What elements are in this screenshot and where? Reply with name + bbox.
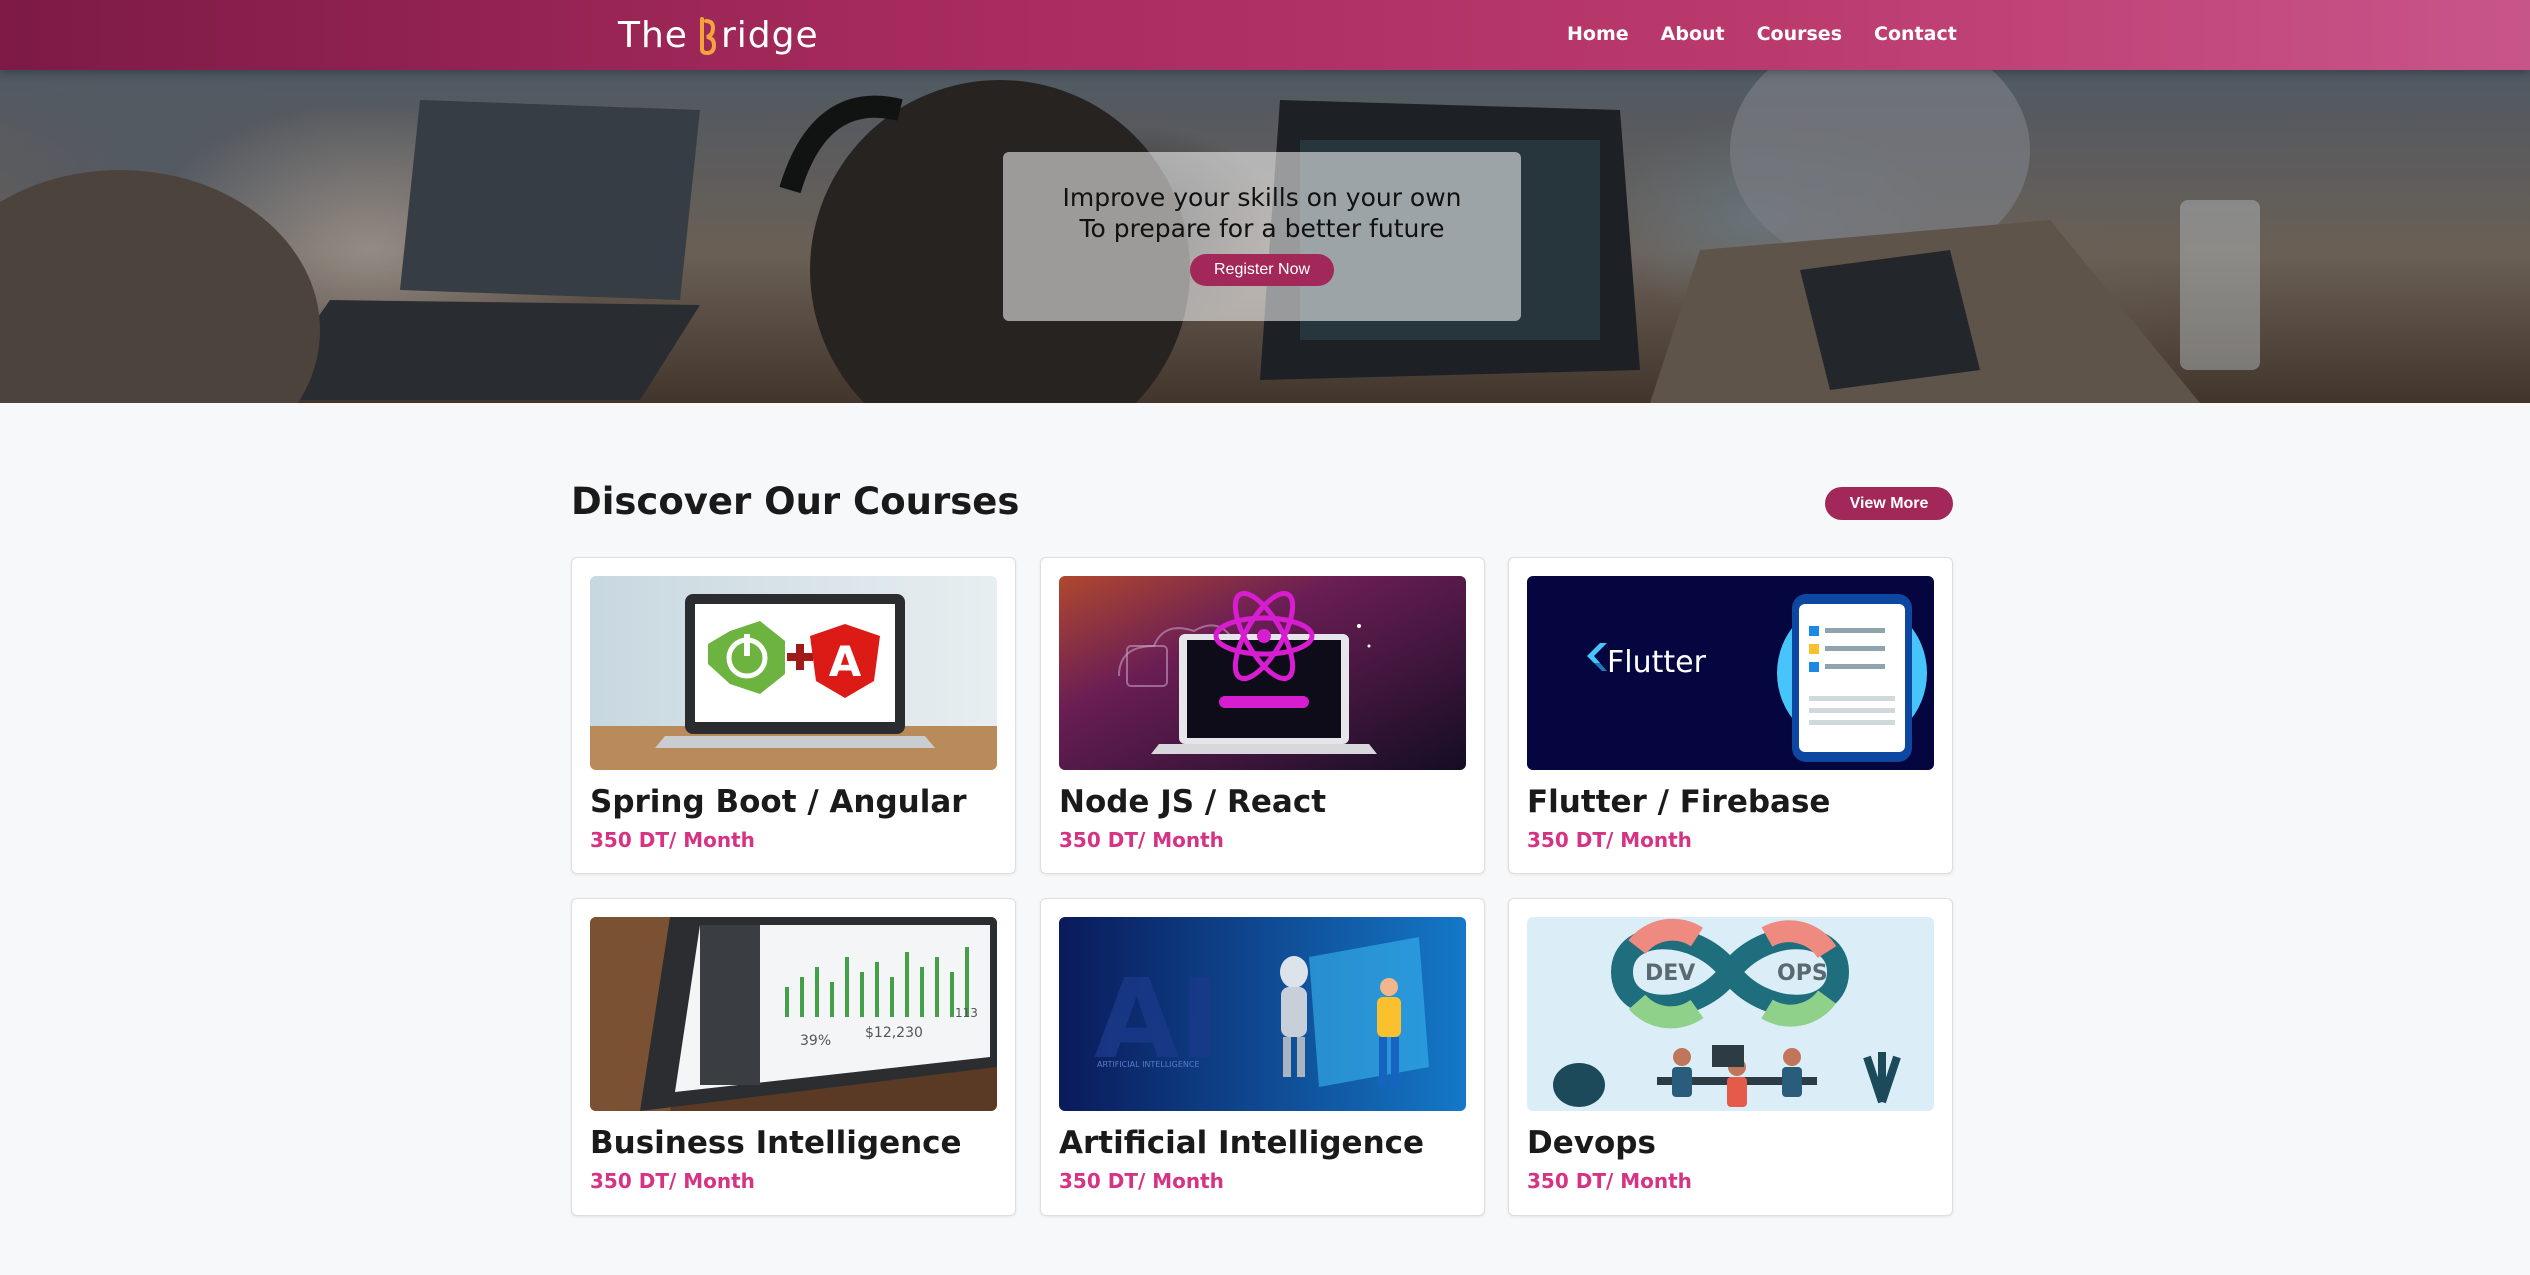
- course-price: 350 DT/ Month: [590, 828, 755, 852]
- svg-text:A: A: [829, 637, 862, 686]
- brand-suffix: ridge: [720, 14, 819, 56]
- ai-sub-text: ARTIFICIAL INTELLIGENCE: [1097, 1060, 1200, 1069]
- nav-link-contact[interactable]: Contact: [1858, 20, 1973, 50]
- course-price: 350 DT/ Month: [1527, 1169, 1692, 1193]
- business-intelligence-image: 39% $12,230 113: [590, 917, 997, 1111]
- course-title: Flutter / Firebase: [1527, 784, 1831, 820]
- bi-count-text: 113: [955, 1006, 978, 1020]
- nav-link-courses[interactable]: Courses: [1741, 20, 1858, 50]
- artificial-intelligence-image: AI ARTIFICIAL INTELLIGENCE: [1059, 917, 1466, 1111]
- course-thumbnail: 39% $12,230 113: [590, 917, 997, 1111]
- course-title: Devops: [1527, 1125, 1656, 1161]
- nav-menu: Home About Courses Contact: [1551, 20, 1973, 50]
- course-thumbnail: [1059, 576, 1466, 770]
- view-more-button[interactable]: View More: [1825, 487, 1953, 520]
- course-price: 350 DT/ Month: [1059, 1169, 1224, 1193]
- bi-percent-text: 39%: [800, 1033, 831, 1049]
- navbar: The ridge Home About Courses Contact: [0, 0, 2530, 70]
- course-card-spring-angular[interactable]: A Spring Boot / Angular 350 DT/ Month: [571, 557, 1016, 874]
- nav-link-home[interactable]: Home: [1551, 20, 1645, 50]
- hero-banner: Improve your skills on your own To prepa…: [0, 70, 2530, 403]
- course-price: 350 DT/ Month: [590, 1169, 755, 1193]
- course-thumbnail: Flutter: [1527, 576, 1934, 770]
- course-card-artificial-intelligence[interactable]: AI ARTIFICIAL INTELLIGENCE Artificial In…: [1040, 898, 1485, 1216]
- hero-line-2: To prepare for a better future: [1079, 214, 1445, 243]
- register-now-button[interactable]: Register Now: [1189, 254, 1335, 286]
- section-title: Discover Our Courses: [571, 480, 1020, 523]
- course-thumbnail: DEV OPS: [1527, 917, 1934, 1111]
- course-title: Node JS / React: [1059, 784, 1327, 820]
- course-card-business-intelligence[interactable]: 39% $12,230 113 Business Intelligence 35…: [571, 898, 1016, 1216]
- course-thumbnail: A: [590, 576, 997, 770]
- course-price: 350 DT/ Month: [1527, 828, 1692, 852]
- devops-dev-text: DEV: [1645, 961, 1695, 986]
- nav-link-about[interactable]: About: [1645, 20, 1741, 50]
- brand-logo[interactable]: The ridge: [618, 10, 819, 60]
- devops-image: DEV OPS: [1527, 917, 1934, 1111]
- course-title: Artificial Intelligence: [1059, 1125, 1425, 1161]
- course-card-devops[interactable]: DEV OPS Devops 350 DT/ Month: [1508, 898, 1953, 1216]
- course-thumbnail: AI ARTIFICIAL INTELLIGENCE: [1059, 917, 1466, 1111]
- brand-prefix: The: [618, 14, 688, 56]
- course-card-node-react[interactable]: Node JS / React 350 DT/ Month: [1040, 557, 1485, 874]
- node-react-image: [1059, 576, 1466, 770]
- hero-line-1: Improve your skills on your own: [1062, 183, 1462, 212]
- course-title: Business Intelligence: [590, 1125, 962, 1161]
- hero-card: Improve your skills on your own To prepa…: [1003, 152, 1521, 321]
- course-card-flutter-firebase[interactable]: Flutter Flutter / Firebase 350 DT/ Month: [1508, 557, 1953, 874]
- bridge-b-icon: [694, 13, 720, 57]
- spring-angular-image: A: [590, 576, 997, 770]
- devops-ops-text: OPS: [1777, 961, 1828, 986]
- course-price: 350 DT/ Month: [1059, 828, 1224, 852]
- course-title: Spring Boot / Angular: [590, 784, 967, 820]
- bi-amount-text: $12,230: [865, 1025, 923, 1041]
- flutter-firebase-image: Flutter: [1527, 576, 1934, 770]
- flutter-logo-text: Flutter: [1607, 645, 1707, 680]
